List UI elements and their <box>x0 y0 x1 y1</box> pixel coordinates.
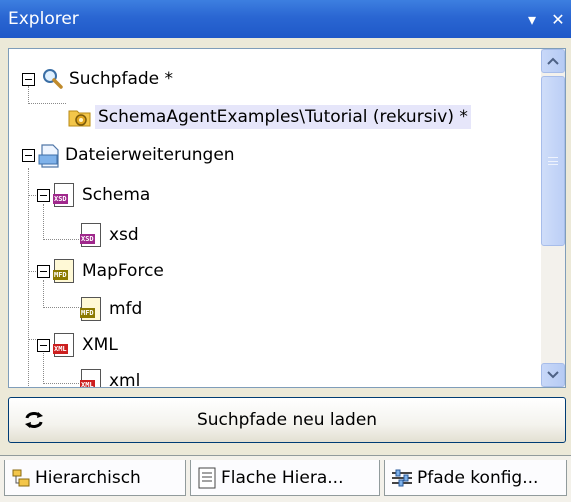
tree-connector <box>43 239 81 240</box>
mfd-badge: MFD <box>80 308 95 318</box>
tree-connector <box>28 103 66 104</box>
tree-node-file-extensions[interactable]: Dateierweiterungen <box>22 137 235 173</box>
scrollbar-thumb[interactable] <box>541 76 565 246</box>
tree-node-label: xsd <box>109 225 139 245</box>
tree-node-label: Schema <box>82 185 151 205</box>
xsd-badge: XSD <box>53 194 68 204</box>
collapse-toggle[interactable] <box>37 338 50 352</box>
window-title: Explorer <box>8 9 79 29</box>
collapse-toggle[interactable] <box>22 148 35 162</box>
file-extensions-icon <box>37 143 61 168</box>
hierarchy-icon <box>12 469 30 486</box>
mfd-file-icon: MFD <box>80 297 105 321</box>
mfd-file-icon: MFD <box>53 259 78 283</box>
tree-node-label: Dateierweiterungen <box>65 145 235 165</box>
search-icon <box>41 67 65 91</box>
collapse-toggle[interactable] <box>37 188 50 202</box>
tree-node-mfd[interactable]: MFD mfd <box>80 291 143 327</box>
collapse-toggle[interactable] <box>37 264 50 278</box>
tree-node-xsd[interactable]: XSD xsd <box>80 217 139 253</box>
folder-gear-icon <box>67 105 91 129</box>
tree-node-xml-ext[interactable]: XML xml <box>80 363 141 388</box>
menu-dropdown-icon[interactable]: ▾ <box>519 6 545 32</box>
xml-badge: XML <box>80 380 95 388</box>
tab-configure-paths[interactable]: Pfade konfig... <box>384 460 567 496</box>
xml-file-icon: XML <box>53 333 78 357</box>
tree-node-label: XML <box>82 335 118 355</box>
xsd-file-icon: XSD <box>53 183 78 207</box>
flat-list-icon <box>198 467 216 488</box>
tree-node-label: mfd <box>109 299 143 319</box>
tab-label: Pfade konfig... <box>417 467 539 488</box>
chevron-up-icon <box>547 57 559 65</box>
tree-node-label: Suchpfade * <box>69 69 174 89</box>
tab-label: Flache Hiera... <box>221 467 344 488</box>
xsd-file-icon: XSD <box>80 223 105 247</box>
tree-view[interactable]: Suchpfade * SchemaAgentExamples\Tutorial… <box>8 48 566 388</box>
vertical-scrollbar[interactable] <box>541 49 565 387</box>
collapse-toggle[interactable] <box>22 72 35 86</box>
tree-node-suchpfade[interactable]: Suchpfade * <box>22 61 173 97</box>
tree-node-label: SchemaAgentExamples\Tutorial (rekursiv) … <box>95 105 471 129</box>
tree-connector <box>28 339 36 340</box>
tree-node-search-path[interactable]: SchemaAgentExamples\Tutorial (rekursiv) … <box>67 99 471 135</box>
xml-file-icon: XML <box>80 369 105 388</box>
tab-hierarchical[interactable]: Hierarchisch <box>4 460 186 496</box>
mfd-badge: MFD <box>53 270 68 280</box>
tree-connector <box>43 307 81 308</box>
tree-node-label: MapForce <box>82 261 164 281</box>
chevron-down-icon <box>547 371 559 379</box>
tree-node-schema[interactable]: XSD Schema <box>37 177 150 213</box>
xml-badge: XML <box>53 344 68 354</box>
tree-node-xml[interactable]: XML XML <box>37 327 118 363</box>
tab-label: Hierarchisch <box>35 467 141 488</box>
configure-paths-icon <box>392 469 412 486</box>
reload-search-paths-button[interactable]: Suchpfade neu laden <box>8 397 566 443</box>
reload-button-label: Suchpfade neu laden <box>196 410 378 430</box>
tree-content: Suchpfade * SchemaAgentExamples\Tutorial… <box>9 49 541 387</box>
tree-node-label: xml <box>109 371 141 388</box>
tree-connector <box>28 168 29 387</box>
tree-node-mapforce[interactable]: MFD MapForce <box>37 253 164 289</box>
tree-connector <box>28 271 36 272</box>
tree-connector <box>28 195 36 196</box>
scroll-up-button[interactable] <box>541 49 565 73</box>
explorer-panel: Suchpfade * SchemaAgentExamples\Tutorial… <box>0 38 571 502</box>
explorer-titlebar: Explorer ▾ ✕ <box>0 0 571 38</box>
tab-flat-hierarchy[interactable]: Flache Hiera... <box>190 460 380 496</box>
reload-icon <box>23 409 45 431</box>
xsd-badge: XSD <box>80 234 95 244</box>
close-icon[interactable]: ✕ <box>545 6 571 32</box>
view-tabs: Hierarchisch Flache Hiera... Pfade konfi… <box>0 455 571 502</box>
tree-connector <box>43 383 81 384</box>
grip-icon <box>548 157 558 165</box>
scroll-down-button[interactable] <box>541 363 565 387</box>
